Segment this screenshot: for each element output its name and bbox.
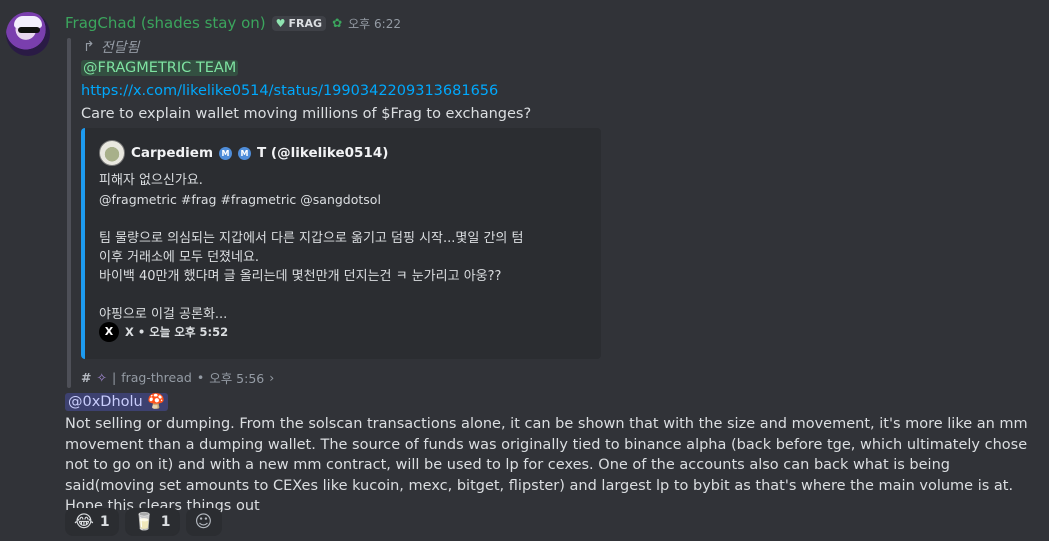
message-timestamp[interactable]: 오후 6:22 — [348, 15, 401, 32]
joy-emoji-icon: 😂 — [74, 512, 94, 532]
thread-info[interactable]: # ✧ | frag-thread • 오후 5:56 › — [81, 368, 274, 387]
embed-author-handle: T (@likelike0514) — [257, 145, 389, 161]
embed-footer-text: X • 오늘 오후 5:52 — [125, 325, 229, 339]
embed-footer: X X • 오늘 오후 5:52 — [99, 322, 228, 342]
mushroom-icon: 🍄 — [147, 394, 166, 410]
user-mention-label: @0xDholu — [68, 394, 143, 410]
m-badge-icon: M — [238, 146, 252, 160]
tweet-embed: Carpediem M M T (@likelike0514) 피해자 없으신가… — [81, 128, 601, 359]
forwarded-label: ↱ 전달됨 — [83, 37, 139, 57]
message-text: Care to explain wallet moving millions o… — [81, 106, 532, 122]
add-reaction-button[interactable]: ☺ — [185, 508, 222, 536]
reply-text: Not selling or dumping. From the solscan… — [65, 416, 1028, 514]
forward-bar — [67, 38, 71, 388]
x-logo-icon: X — [99, 322, 119, 342]
divider: | — [111, 370, 117, 385]
thread-time: 오후 5:56 — [209, 371, 265, 386]
custom-emoji-icon: 🥛 — [133, 512, 155, 532]
dot-separator: • — [196, 370, 205, 385]
embed-hashtags: @fragmetric #frag #fragmetric @sangdotso… — [99, 192, 381, 207]
embed-author-name: Carpediem — [131, 145, 214, 161]
avatar-shades — [18, 27, 40, 33]
username[interactable]: FragChad (shades stay on) — [65, 14, 266, 32]
role-mention[interactable]: @FRAGMETRIC TEAM — [81, 60, 239, 76]
forward-arrow-icon: ↱ — [83, 39, 95, 55]
server-tag[interactable]: ♥ FRAG — [271, 15, 327, 31]
reactions-bar: 😂 1 🥛 1 ☺ — [65, 508, 222, 536]
link-line: https://x.com/likelike0514/status/199034… — [81, 83, 498, 99]
reaction-count: 1 — [99, 514, 110, 530]
hash-icon: # — [81, 370, 92, 385]
m-badge-icon: M — [219, 146, 233, 160]
forwarded-text: 전달됨 — [100, 40, 140, 56]
embed-line: 야핑으로 이걸 공론화... — [99, 307, 228, 322]
heart-icon: ♥ — [275, 16, 286, 30]
embed-line: 바이백 40만개 했다며 글 올리는데 몇천만개 던지는건 ㅋ 눈가리고 아웅?… — [99, 269, 502, 284]
chevron-right-icon: › — [269, 370, 275, 385]
reaction-count: 1 — [160, 514, 171, 530]
thread-name: frag-thread — [121, 370, 192, 385]
tweet-link[interactable]: https://x.com/likelike0514/status/199034… — [81, 83, 498, 99]
sparkle-icon: ✧ — [96, 370, 107, 385]
reaction-joy[interactable]: 😂 1 — [65, 508, 119, 536]
embed-body: 피해자 없으신가요. @fragmetric #frag #fragmetric… — [99, 171, 523, 324]
reaction-custom[interactable]: 🥛 1 — [124, 508, 180, 536]
user-mention[interactable]: @0xDholu 🍄 — [65, 393, 169, 411]
reply-mention-line: @0xDholu 🍄 — [65, 393, 169, 411]
embed-line: 피해자 없으신가요. — [99, 173, 203, 188]
embed-line: 이후 거래소에 모두 던졌네요. — [99, 250, 260, 265]
embed-author[interactable]: Carpediem M M T (@likelike0514) — [99, 140, 388, 166]
server-tag-label: FRAG — [288, 16, 323, 30]
embed-avatar — [99, 140, 125, 166]
sprout-icon: ✿ — [332, 16, 343, 30]
smiley-icon: ☺ — [194, 512, 213, 532]
embed-line: 팀 물량으로 의심되는 지갑에서 다른 지갑으로 옮기고 덤핑 시작...몇일 … — [99, 231, 524, 246]
message-header: FragChad (shades stay on) ♥ FRAG ✿ 오후 6:… — [65, 13, 401, 33]
user-avatar[interactable] — [6, 12, 50, 56]
mention-line: @FRAGMETRIC TEAM — [81, 60, 239, 76]
